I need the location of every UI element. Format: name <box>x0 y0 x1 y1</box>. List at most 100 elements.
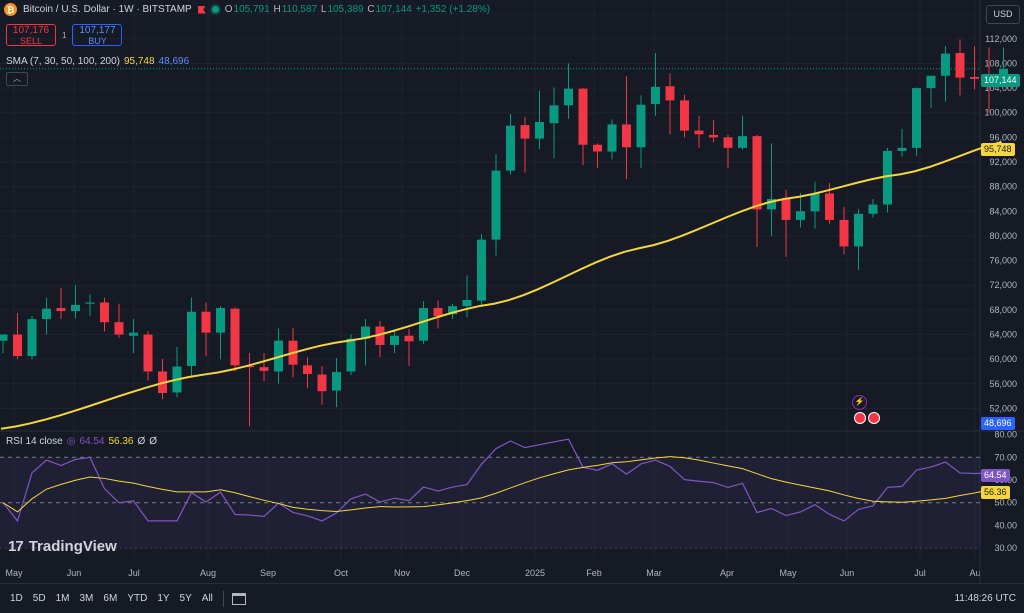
candle-body <box>0 334 8 341</box>
candle-body <box>564 88 573 106</box>
candle-body <box>506 125 515 171</box>
currency-button[interactable]: USD <box>986 5 1020 24</box>
time-axis-label: Dec <box>454 568 471 578</box>
candle-body <box>825 193 834 220</box>
candle-body <box>796 211 805 220</box>
candle-body <box>462 300 472 307</box>
tradingview-logo[interactable]: 17 TradingView <box>8 538 117 555</box>
candle-body <box>317 374 327 392</box>
range-1d[interactable]: 1D <box>10 591 23 606</box>
bitcoin-icon: ₿ <box>4 3 17 16</box>
sma-legend[interactable]: SMA (7, 30, 50, 100, 200) 95,748 48,696 <box>6 56 189 67</box>
candle-body <box>230 308 240 366</box>
candle-body <box>85 302 95 304</box>
time-axis-label: Jun <box>67 568 82 578</box>
eye-icon[interactable]: ◎ <box>67 436 76 447</box>
candle-body <box>56 308 66 312</box>
range-5d[interactable]: 5D <box>33 591 46 606</box>
candle-body <box>868 204 878 214</box>
time-axis-label: Sep <box>260 568 276 578</box>
collapse-legend-button[interactable]: ︿ <box>6 72 28 86</box>
toolbar-divider <box>222 590 224 607</box>
chart-canvas[interactable]: 116,000112,000108,000104,000100,00096,00… <box>0 0 1024 612</box>
tradingview-mark-icon: 17 <box>8 538 24 555</box>
range-6m[interactable]: 6M <box>103 591 117 606</box>
price-axis-label: 68,000 <box>989 305 1017 315</box>
time-axis-label: Jun <box>840 568 855 578</box>
time-axis-label: Jul <box>914 568 926 578</box>
sma-price-tag: 95,748 <box>981 143 1015 156</box>
candle-body <box>201 311 211 333</box>
price-axis-label: 80,000 <box>989 231 1017 241</box>
candle-body <box>433 308 443 317</box>
range-3m[interactable]: 3M <box>80 591 94 606</box>
rsi-label: RSI 14 close <box>6 436 63 447</box>
calendar-icon[interactable] <box>231 592 246 605</box>
time-axis-label: Oct <box>334 568 349 578</box>
spread-value: 1 <box>62 30 67 40</box>
utc-clock[interactable]: 11:48:26 UTC <box>954 593 1016 604</box>
time-axis-label: Au <box>969 568 980 578</box>
rsi-extra-1: Ø <box>137 436 146 447</box>
us-flag-icon[interactable] <box>854 412 866 424</box>
candle-body <box>578 88 588 145</box>
time-axis-label: Apr <box>720 568 734 578</box>
candle-body <box>752 136 762 210</box>
price-axis-label: 72,000 <box>989 280 1017 290</box>
sell-button[interactable]: 107,176 SELL <box>6 24 56 46</box>
us-flag-icon[interactable] <box>868 412 880 424</box>
candle-body <box>926 75 936 89</box>
candle-body <box>129 332 138 336</box>
candle-body <box>883 150 892 205</box>
symbol-legend[interactable]: ₿ Bitcoin / U.S. Dollar · 1W · BITSTAMP … <box>4 3 491 16</box>
sma-value-2: 48,696 <box>158 56 190 67</box>
market-open-icon <box>211 6 219 13</box>
candle-body <box>13 334 22 357</box>
candle-body <box>607 124 617 152</box>
sma-label: SMA (7, 30, 50, 100, 200) <box>6 56 120 67</box>
candle-body <box>419 308 428 341</box>
range-ytd[interactable]: YTD <box>127 591 147 606</box>
candle-body <box>390 335 399 345</box>
range-5y[interactable]: 5Y <box>180 591 192 606</box>
ohlc-values: O105,791 H110,587 L105,389 C107,144 +1,3… <box>224 4 491 15</box>
time-axis-label: Feb <box>586 568 602 578</box>
candle-body <box>738 136 747 148</box>
price-axis-label: 96,000 <box>989 132 1017 142</box>
candle-body <box>27 319 37 357</box>
candle-body <box>303 365 312 374</box>
symbol-title[interactable]: Bitcoin / U.S. Dollar · 1W · BITSTAMP <box>23 4 192 15</box>
rsi-ma-value: 56.36 <box>108 436 134 447</box>
range-1y[interactable]: 1Y <box>157 591 169 606</box>
range-1m[interactable]: 1M <box>56 591 70 606</box>
candle-body <box>651 86 660 105</box>
rsi-value-tag: 64.54 <box>981 469 1010 482</box>
price-axis-label: 84,000 <box>989 206 1017 216</box>
candle-body <box>100 302 109 323</box>
time-axis-label: Aug <box>200 568 216 578</box>
candle-body <box>723 137 733 148</box>
last-price-tag: 107,144 <box>981 74 1020 87</box>
candle-body <box>259 367 269 371</box>
rsi-axis-label: 30.00 <box>994 543 1017 553</box>
candle-body <box>332 372 341 391</box>
candle-body <box>491 170 501 240</box>
candle-body <box>404 335 414 342</box>
trade-panel: 107,176 SELL 1 107,177 BUY <box>6 24 123 46</box>
candle-body <box>216 308 225 333</box>
buy-button[interactable]: 107,177 BUY <box>72 24 123 46</box>
candle-body <box>709 134 718 138</box>
flag-icon[interactable] <box>197 5 206 14</box>
lightning-icon[interactable]: ⚡ <box>852 395 867 410</box>
price-axis-label: 56,000 <box>989 379 1017 389</box>
price-axis-label: 64,000 <box>989 330 1017 340</box>
rsi-legend[interactable]: RSI 14 close ◎ 64.54 56.36 Ø Ø <box>6 436 157 447</box>
candle-body <box>114 322 124 335</box>
candle-body <box>665 86 675 101</box>
event-flags[interactable] <box>854 412 880 424</box>
candle-body <box>955 52 965 78</box>
range-all[interactable]: All <box>202 591 213 606</box>
price-axis-label: 92,000 <box>989 157 1017 167</box>
time-axis-label: Jul <box>128 568 140 578</box>
price-axis-label: 76,000 <box>989 256 1017 266</box>
